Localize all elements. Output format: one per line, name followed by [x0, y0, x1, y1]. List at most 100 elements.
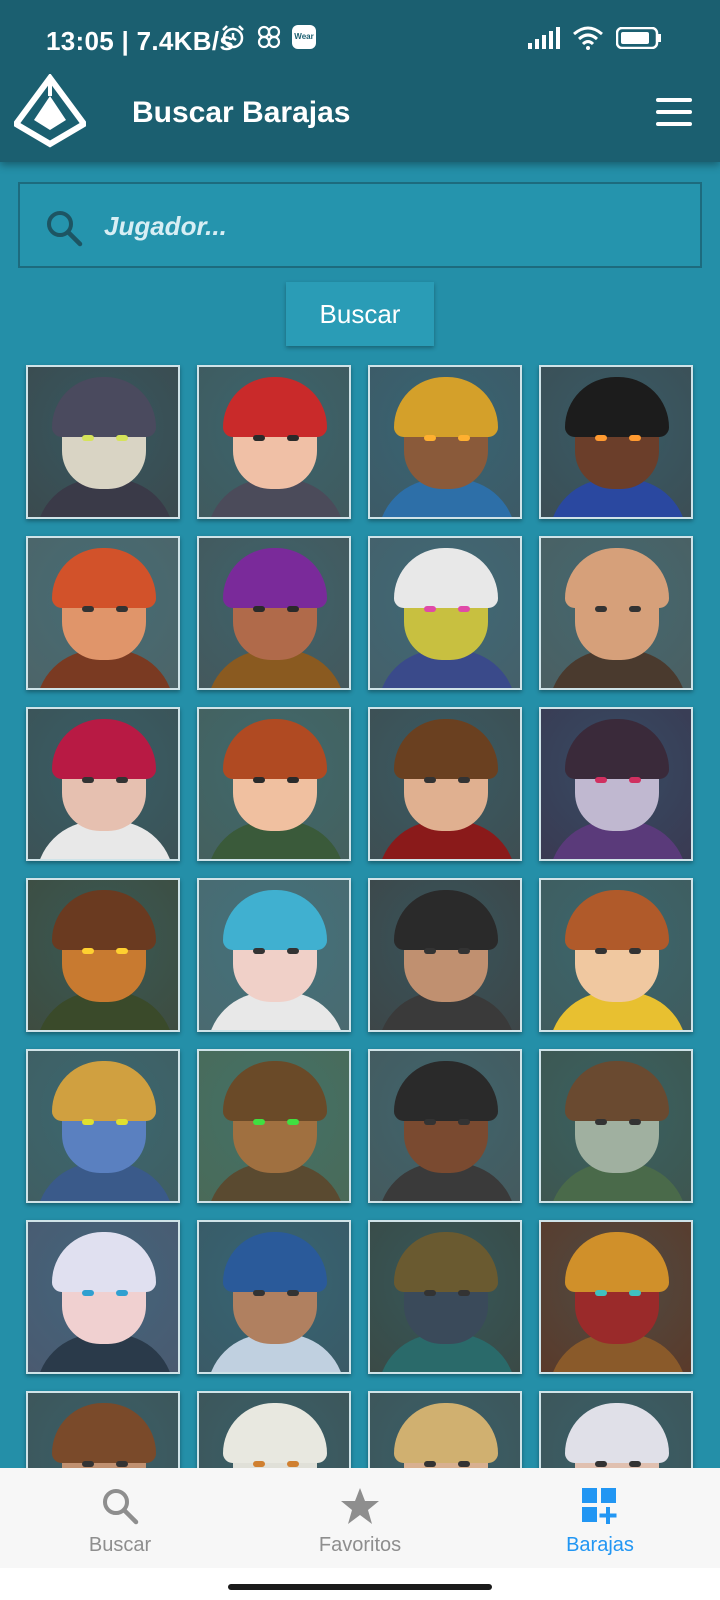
portrait-eye: [424, 777, 436, 783]
top-bar: 13:05 | 7.4KB/s Wear Buscar Barajas: [0, 0, 720, 162]
portrait-eye: [116, 777, 128, 783]
status-bar: 13:05 | 7.4KB/s Wear: [0, 0, 720, 78]
portrait-eye: [629, 948, 641, 954]
portrait-eye: [287, 948, 299, 954]
crimson-helmet-champion-portrait[interactable]: [539, 1220, 693, 1374]
auburn-woman-champion-portrait[interactable]: [539, 878, 693, 1032]
portrait-eye: [116, 1290, 128, 1296]
portrait-eye: [116, 606, 128, 612]
skeleton-pirate-champion-portrait[interactable]: [539, 707, 693, 861]
status-time: 13:05 | 7.4KB/s: [46, 26, 235, 56]
portrait-eye: [287, 777, 299, 783]
brown-haired-champion-portrait[interactable]: [26, 1391, 180, 1468]
portrait-eye: [82, 1461, 94, 1467]
dark-horned-masked-champion-portrait[interactable]: [26, 365, 180, 519]
portrait-hair: [52, 719, 156, 779]
portrait-eye: [629, 1290, 641, 1296]
portrait-eye: [253, 948, 265, 954]
red-haired-woman-champion-portrait[interactable]: [197, 365, 351, 519]
portrait-eye: [424, 1461, 436, 1467]
medusa-champion-portrait[interactable]: [368, 1049, 522, 1203]
portrait-hair: [565, 1403, 669, 1463]
silver-haired-elf-champion-portrait[interactable]: [26, 1220, 180, 1374]
portrait-hair: [223, 1232, 327, 1292]
home-indicator[interactable]: [228, 1584, 492, 1590]
portrait-eye: [287, 1119, 299, 1125]
portrait-eye: [458, 435, 470, 441]
gesture-bar: [0, 1568, 720, 1600]
portrait-eye: [595, 606, 607, 612]
straw-hat-champion-portrait[interactable]: [368, 1220, 522, 1374]
portrait-hair: [223, 548, 327, 608]
alarm-icon: [222, 25, 244, 49]
ginger-bearded-dwarf-champion-portrait[interactable]: [26, 536, 180, 690]
search-button[interactable]: Buscar: [286, 282, 434, 346]
nav-label-barajas: Barajas: [566, 1534, 634, 1556]
hamburger-menu-icon[interactable]: [652, 92, 696, 132]
portrait-eye: [82, 948, 94, 954]
status-left-icons: Wear: [220, 24, 316, 50]
portrait-eye: [82, 606, 94, 612]
portrait-eye: [287, 606, 299, 612]
portrait-hair: [52, 1061, 156, 1121]
portrait-hair: [394, 1061, 498, 1121]
paladins-logo-icon[interactable]: [14, 74, 86, 148]
portrait-eye: [253, 606, 265, 612]
champion-grid-scroll[interactable]: [0, 362, 720, 1468]
portrait-hair: [565, 548, 669, 608]
portrait-hair: [394, 719, 498, 779]
portrait-eye: [595, 948, 607, 954]
blonde-champion-portrait[interactable]: [368, 1391, 522, 1468]
bottom-navigation: Buscar Favoritos Barajas: [0, 1468, 720, 1568]
white-haired-jester-champion-portrait[interactable]: [539, 1391, 693, 1468]
green-dryad-champion-portrait[interactable]: [539, 1049, 693, 1203]
blue-masked-champion-portrait[interactable]: [197, 1220, 351, 1374]
golden-robot-champion-portrait[interactable]: [368, 536, 522, 690]
portrait-hair: [565, 377, 669, 437]
app-bar: Buscar Barajas: [0, 70, 720, 160]
nav-item-buscar[interactable]: Buscar: [0, 1468, 240, 1568]
portrait-hair: [394, 377, 498, 437]
braided-auburn-woman-champion-portrait[interactable]: [197, 707, 351, 861]
portrait-hair: [394, 1403, 498, 1463]
blue-orc-champion-portrait[interactable]: [26, 1049, 180, 1203]
portrait-eye: [287, 435, 299, 441]
portrait-hair: [223, 1403, 327, 1463]
nav-label-buscar: Buscar: [88, 1534, 152, 1556]
portrait-eye: [424, 1119, 436, 1125]
portrait-eye: [595, 1290, 607, 1296]
portrait-eye: [629, 1119, 641, 1125]
portrait-eye: [116, 1461, 128, 1467]
crowned-purple-haired-champion-portrait[interactable]: [197, 536, 351, 690]
horned-dark-skinned-champion-portrait[interactable]: [539, 365, 693, 519]
search-icon: [47, 211, 83, 247]
search-field[interactable]: [18, 182, 702, 268]
tree-ent-champion-portrait[interactable]: [197, 1049, 351, 1203]
wifi-icon: [573, 26, 603, 50]
portrait-hair: [52, 548, 156, 608]
portrait-hair: [52, 1403, 156, 1463]
portrait-eye: [116, 1119, 128, 1125]
page-title: Buscar Barajas: [132, 96, 351, 129]
portrait-eye: [253, 435, 265, 441]
goggled-white-haired-champion-portrait[interactable]: [197, 1391, 351, 1468]
blue-haired-girl-champion-portrait[interactable]: [197, 878, 351, 1032]
portrait-eye: [629, 435, 641, 441]
dragon-champion-portrait[interactable]: [26, 878, 180, 1032]
rose-helmet-champion-portrait[interactable]: [368, 878, 522, 1032]
hooded-old-sage-champion-portrait[interactable]: [368, 365, 522, 519]
bald-monk-champion-portrait[interactable]: [539, 536, 693, 690]
brown-haired-knight-champion-portrait[interactable]: [368, 707, 522, 861]
nav-item-favoritos[interactable]: Favoritos: [240, 1468, 480, 1568]
portrait-eye: [595, 435, 607, 441]
portrait-eye: [458, 777, 470, 783]
portrait-eye: [424, 435, 436, 441]
portrait-eye: [595, 1119, 607, 1125]
nav-item-barajas[interactable]: Barajas: [480, 1468, 720, 1568]
portrait-eye: [253, 777, 265, 783]
search-input[interactable]: [104, 198, 664, 254]
crimson-haired-champion-portrait[interactable]: [26, 707, 180, 861]
portrait-eye: [458, 1461, 470, 1467]
portrait-eye: [629, 777, 641, 783]
portrait-hair: [52, 1232, 156, 1292]
